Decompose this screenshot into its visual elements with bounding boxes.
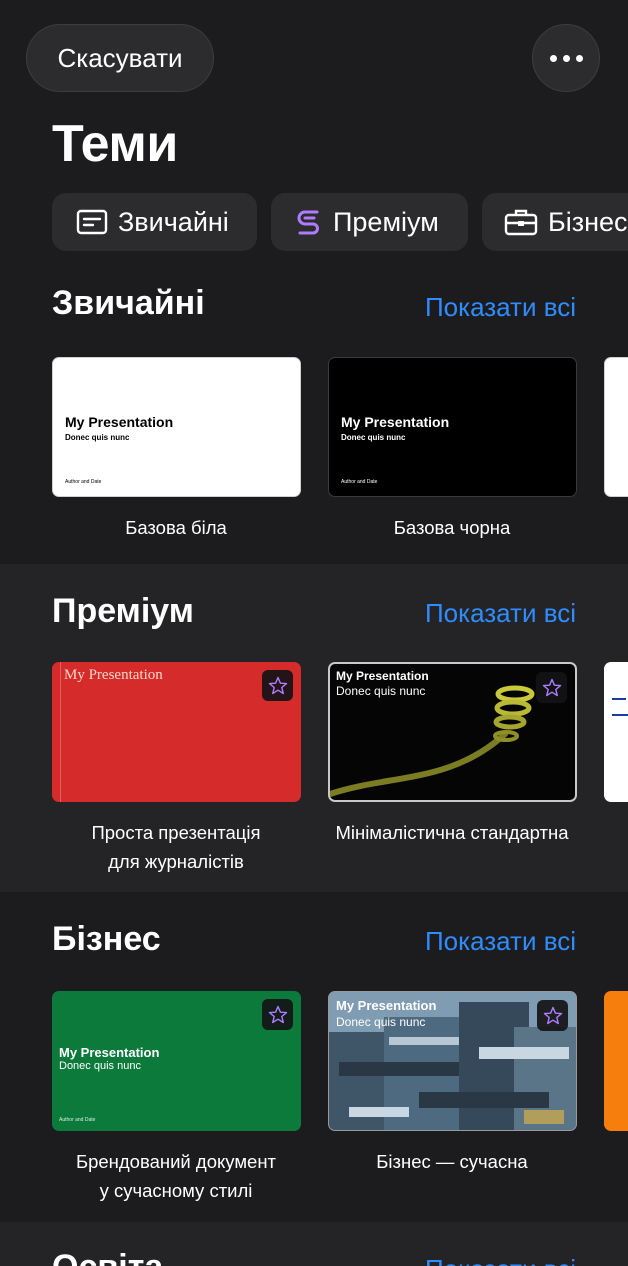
theme-card-partial[interactable] (604, 991, 628, 1131)
briefcase-icon (504, 209, 538, 236)
premium-star-icon (543, 1006, 562, 1024)
section-premium: Преміум Показати всі My Presentation Про… (0, 564, 628, 892)
theme-name: Бізнес — сучасна (376, 1151, 528, 1172)
slide-rule (60, 662, 61, 802)
slide-subtitle: Donec quis nunc (336, 1015, 426, 1029)
premium-swirl-icon (297, 210, 319, 235)
slide-subtitle: Donec quis nunc (59, 1060, 141, 1072)
theme-name: Проста презентація для журналістів (46, 818, 306, 876)
show-all-link[interactable]: Показати всі (425, 926, 576, 957)
basic-slides-icon (76, 209, 108, 235)
chip-label: Бізнес (548, 206, 628, 237)
page-title: Теми (52, 115, 178, 173)
theme-name-line: для журналістів (108, 851, 244, 872)
show-all-link[interactable]: Показати всі (425, 292, 576, 323)
slide-subtitle: Donec quis nunc (336, 684, 426, 698)
theme-name-line: Проста презентація (91, 822, 261, 843)
slide-title: My Presentation (59, 1045, 160, 1060)
slide-footer: Author and Date (65, 479, 102, 485)
slide-rule (612, 714, 628, 716)
slide-title: My Presentation (65, 414, 174, 430)
section-business: Бізнес Показати всі My Presentation Done… (0, 892, 628, 1222)
section-title: Преміум (52, 592, 194, 630)
theme-name-line: у сучасному стилі (99, 1180, 253, 1201)
theme-name: Базова чорна (393, 517, 511, 538)
premium-badge (537, 1000, 568, 1031)
slide-subtitle: Donec quis nunc (341, 433, 406, 442)
chip-label: Звичайні (118, 206, 229, 237)
slide-title: My Presentation (336, 669, 429, 683)
premium-badge (262, 999, 293, 1030)
show-all-link[interactable]: Показати всі (425, 598, 576, 629)
more-options-button[interactable] (532, 24, 600, 92)
theme-name: Мінімалістична стандартна (335, 822, 569, 843)
theme-card-basic-black[interactable]: My Presentation Donec quis nunc Author a… (328, 357, 577, 497)
chip-basic[interactable]: Звичайні (52, 193, 257, 251)
section-title: Звичайні (52, 284, 205, 322)
show-all-link[interactable]: Показати всі (425, 1254, 576, 1266)
category-chips: Звичайні Преміум Бізнес (0, 193, 628, 251)
premium-star-icon (268, 1005, 287, 1023)
slide-subtitle: Donec quis nunc (65, 433, 130, 442)
slide-rule (612, 698, 626, 700)
theme-card-basic-white[interactable]: My Presentation Donec quis nunc Author a… (52, 357, 301, 497)
slide-title: My Presentation (341, 414, 450, 430)
section-education: Освіта Показати всі (0, 1222, 628, 1266)
theme-card-business-modern[interactable]: My Presentation Donec quis nunc (328, 991, 577, 1131)
ellipsis-icon (549, 54, 583, 62)
chip-business[interactable]: Бізнес (482, 193, 628, 251)
premium-badge (536, 672, 567, 703)
slide-title: My Presentation (64, 667, 163, 683)
slide-title: My Presentation (336, 998, 437, 1013)
cancel-button[interactable]: Скасувати (26, 24, 214, 92)
theme-name: Брендований документ у сучасному стилі (46, 1147, 306, 1205)
chip-premium[interactable]: Преміум (271, 193, 468, 251)
theme-card-branded-modern[interactable]: My Presentation Donec quis nunc Author a… (52, 991, 301, 1131)
chip-label: Преміум (333, 206, 439, 237)
theme-name-line: Брендований документ (75, 1151, 277, 1172)
theme-card-journalist[interactable]: My Presentation (52, 662, 301, 802)
theme-name: Базова біла (125, 517, 227, 538)
theme-card-partial[interactable] (604, 662, 628, 802)
section-title: Освіта (52, 1248, 163, 1266)
slide-footer: Author and Date (341, 479, 378, 485)
premium-star-icon (542, 678, 561, 696)
theme-card-minimal-standard[interactable]: My Presentation Donec quis nunc (328, 662, 577, 802)
slide-footer: Author and Date (59, 1117, 96, 1123)
section-title: Бізнес (52, 920, 161, 958)
section-basic: Звичайні Показати всі My Presentation Do… (0, 262, 628, 564)
theme-card-partial[interactable] (604, 357, 628, 497)
premium-star-icon (268, 676, 287, 694)
premium-badge (262, 670, 293, 701)
